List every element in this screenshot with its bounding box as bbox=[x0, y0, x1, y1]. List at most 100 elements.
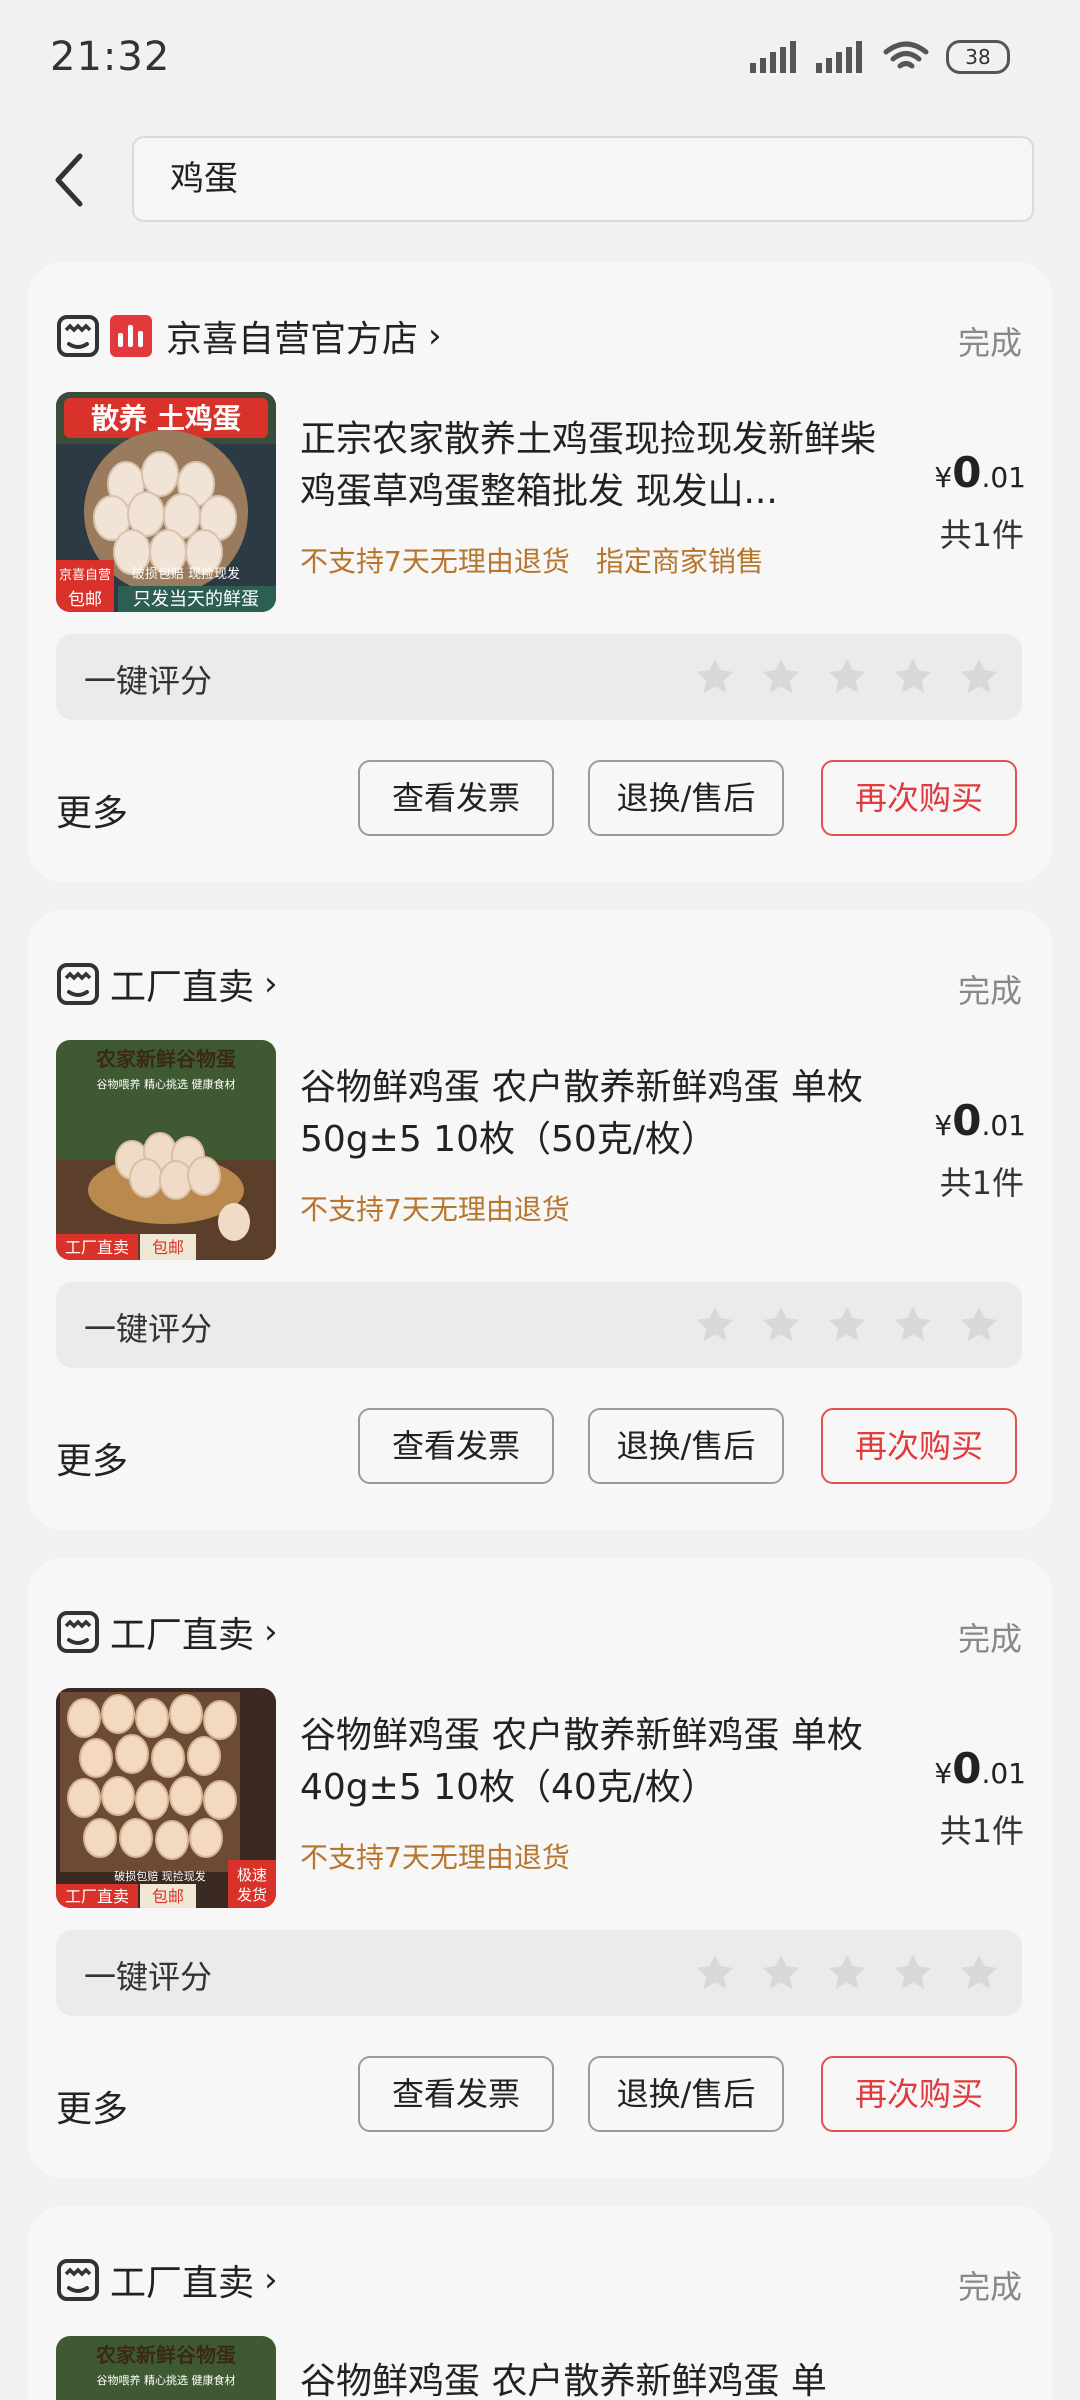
chevron-right-icon: › bbox=[264, 964, 278, 1004]
view-invoice-button[interactable]: 查看发票 bbox=[358, 1408, 554, 1484]
svg-text:只发当天的鲜蛋: 只发当天的鲜蛋 bbox=[133, 589, 259, 610]
star-icon[interactable] bbox=[824, 1950, 870, 1996]
star-icon[interactable] bbox=[692, 1302, 738, 1348]
star-icon[interactable] bbox=[824, 1302, 870, 1348]
price-integer: 0 bbox=[952, 1744, 982, 1793]
svg-text:发货: 发货 bbox=[237, 1886, 267, 1904]
star-icon[interactable] bbox=[692, 654, 738, 700]
more-link[interactable]: 更多 bbox=[56, 784, 128, 836]
svg-text:农家新鲜谷物蛋: 农家新鲜谷物蛋 bbox=[95, 1047, 236, 1071]
svg-text:破损包赔 现捡现发: 破损包赔 现捡现发 bbox=[132, 566, 240, 582]
tag-no-return: 不支持7天无理由退货 bbox=[300, 545, 570, 578]
wifi-icon bbox=[883, 41, 929, 69]
item-count: 共1件 bbox=[939, 1812, 1024, 1850]
quick-rate-label: 一键评分 bbox=[84, 1958, 213, 1996]
shop-link[interactable]: 京喜自营官方店 › bbox=[56, 308, 442, 364]
rebuy-button[interactable]: 再次购买 bbox=[821, 760, 1017, 836]
star-icon[interactable] bbox=[890, 654, 936, 700]
egg-basket-image: 散养 土鸡蛋 破损包赔 现捡现发 京喜自营 包邮 只发当天的鲜蛋 bbox=[56, 392, 276, 612]
star-rating[interactable] bbox=[692, 654, 1002, 700]
view-invoice-button[interactable]: 查看发票 bbox=[358, 760, 554, 836]
after-sale-button[interactable]: 退换/售后 bbox=[588, 760, 784, 836]
price: ¥0.01 bbox=[934, 1096, 1026, 1145]
chevron-right-icon: › bbox=[264, 2260, 278, 2300]
after-sale-button[interactable]: 退换/售后 bbox=[588, 2056, 784, 2132]
svg-text:破损包赔 现捡现发: 破损包赔 现捡现发 bbox=[114, 1869, 206, 1883]
product-title[interactable]: 谷物鲜鸡蛋 农户散养新鲜鸡蛋 单枚40g±5 10枚（40克/枚） bbox=[300, 1710, 900, 1814]
star-rating[interactable] bbox=[692, 1950, 1002, 1996]
shop-name: 工厂直卖 bbox=[110, 1615, 255, 1656]
shop-name: 工厂直卖 bbox=[110, 967, 255, 1008]
quick-rate-bar: 一键评分 bbox=[56, 634, 1022, 720]
price-decimal: .01 bbox=[981, 1109, 1026, 1142]
star-icon[interactable] bbox=[956, 1950, 1002, 1996]
svg-text:工厂直卖: 工厂直卖 bbox=[65, 1238, 129, 1257]
star-icon[interactable] bbox=[956, 654, 1002, 700]
product-tags: 不支持7天无理由退货 bbox=[300, 1188, 570, 1228]
item-count: 共1件 bbox=[939, 1164, 1024, 1202]
star-icon[interactable] bbox=[758, 1302, 804, 1348]
svg-text:工厂直卖: 工厂直卖 bbox=[65, 1887, 129, 1906]
more-link[interactable]: 更多 bbox=[56, 1432, 128, 1484]
more-link[interactable]: 更多 bbox=[56, 2080, 128, 2132]
star-icon[interactable] bbox=[890, 1950, 936, 1996]
product-title[interactable]: 正宗农家散养土鸡蛋现捡现发新鲜柴鸡蛋草鸡蛋整箱批发 现发山... bbox=[300, 414, 900, 518]
status-icons: 38 bbox=[750, 40, 1010, 74]
shop-link[interactable]: 工厂直卖 › bbox=[56, 956, 278, 1012]
star-icon[interactable] bbox=[758, 654, 804, 700]
shop-link[interactable]: 工厂直卖 › bbox=[56, 2252, 278, 2308]
order-status: 完成 bbox=[957, 972, 1022, 1010]
battery-indicator: 38 bbox=[946, 40, 1010, 74]
store-icon bbox=[57, 2259, 99, 2301]
egg-crate-image: 破损包赔 现捡现发 工厂直卖 包邮 极速 发货 bbox=[56, 1688, 276, 1908]
store-icon bbox=[57, 315, 99, 357]
quick-rate-bar: 一键评分 bbox=[56, 1930, 1022, 2016]
egg-basket-image: 农家新鲜谷物蛋 谷物喂养 精心挑选 健康食材 工厂直卖 包邮 bbox=[56, 1040, 276, 1260]
item-count: 共1件 bbox=[939, 516, 1024, 554]
back-button[interactable] bbox=[50, 150, 100, 210]
shop-name: 京喜自营官方店 bbox=[166, 319, 419, 360]
star-icon[interactable] bbox=[824, 654, 870, 700]
price-decimal: .01 bbox=[981, 461, 1026, 494]
price-decimal: .01 bbox=[981, 1757, 1026, 1790]
order-card: 工厂直卖 › 完成 农家新鲜谷物蛋 谷物喂养 精心挑选 健康食材 谷物鲜鸡蛋 农… bbox=[28, 2206, 1052, 2400]
product-title[interactable]: 谷物鲜鸡蛋 农户散养新鲜鸡蛋 单 bbox=[300, 2356, 900, 2400]
rebuy-button[interactable]: 再次购买 bbox=[821, 1408, 1017, 1484]
star-icon[interactable] bbox=[692, 1950, 738, 1996]
product-image[interactable]: 破损包赔 现捡现发 工厂直卖 包邮 极速 发货 bbox=[56, 1688, 276, 1908]
currency-symbol: ¥ bbox=[934, 1109, 953, 1142]
search-input[interactable]: 鸡蛋 bbox=[132, 136, 1034, 222]
product-tags: 不支持7天无理由退货 指定商家销售 bbox=[300, 540, 764, 580]
star-icon[interactable] bbox=[758, 1950, 804, 1996]
status-bar: 21:32 38 bbox=[0, 0, 1080, 120]
star-icon[interactable] bbox=[890, 1302, 936, 1348]
price-integer: 0 bbox=[952, 448, 982, 497]
svg-text:包邮: 包邮 bbox=[152, 1238, 184, 1257]
product-image[interactable]: 农家新鲜谷物蛋 谷物喂养 精心挑选 健康食材 工厂直卖 包邮 bbox=[56, 1040, 276, 1260]
order-status: 完成 bbox=[957, 324, 1022, 362]
svg-text:谷物喂养 精心挑选 健康食材: 谷物喂养 精心挑选 健康食材 bbox=[97, 2373, 236, 2387]
quick-rate-bar: 一键评分 bbox=[56, 1282, 1022, 1368]
star-rating[interactable] bbox=[692, 1302, 1002, 1348]
shop-name: 工厂直卖 bbox=[110, 2263, 255, 2304]
view-invoice-button[interactable]: 查看发票 bbox=[358, 2056, 554, 2132]
egg-basket-image: 农家新鲜谷物蛋 谷物喂养 精心挑选 健康食材 bbox=[56, 2336, 276, 2400]
price-integer: 0 bbox=[952, 1096, 982, 1145]
chevron-left-icon bbox=[55, 153, 83, 207]
quick-rate-label: 一键评分 bbox=[84, 662, 213, 700]
star-icon[interactable] bbox=[956, 1302, 1002, 1348]
tag-no-return: 不支持7天无理由退货 bbox=[300, 1193, 570, 1226]
jingxi-logo-icon bbox=[110, 315, 152, 357]
chevron-right-icon: › bbox=[428, 316, 442, 356]
svg-text:极速: 极速 bbox=[237, 1866, 267, 1884]
product-title[interactable]: 谷物鲜鸡蛋 农户散养新鲜鸡蛋 单枚50g±5 10枚（50克/枚） bbox=[300, 1062, 900, 1166]
store-icon bbox=[57, 1611, 99, 1653]
quick-rate-label: 一键评分 bbox=[84, 1310, 213, 1348]
product-image[interactable]: 散养 土鸡蛋 破损包赔 现捡现发 京喜自营 包邮 只发当天的鲜蛋 bbox=[56, 392, 276, 612]
product-image[interactable]: 农家新鲜谷物蛋 谷物喂养 精心挑选 健康食材 bbox=[56, 2336, 276, 2400]
svg-text:京喜自营: 京喜自营 bbox=[59, 568, 111, 583]
after-sale-button[interactable]: 退换/售后 bbox=[588, 1408, 784, 1484]
rebuy-button[interactable]: 再次购买 bbox=[821, 2056, 1017, 2132]
shop-link[interactable]: 工厂直卖 › bbox=[56, 1604, 278, 1660]
signal-icon-2 bbox=[816, 41, 862, 73]
